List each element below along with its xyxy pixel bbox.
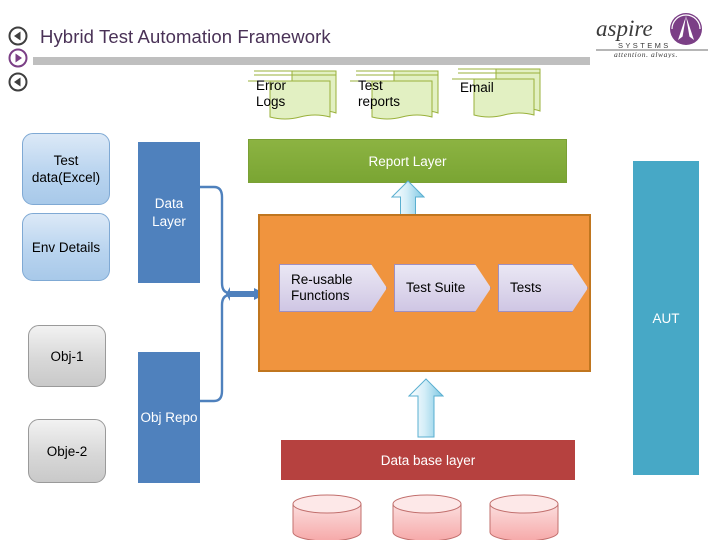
output-error-logs[interactable]: Error Logs <box>244 70 348 122</box>
step-label: Tests <box>510 280 542 295</box>
database-cylinder[interactable] <box>291 494 363 540</box>
step-label: Re-usable Functions <box>291 272 353 303</box>
step-test-suite[interactable]: Test Suite <box>394 264 491 312</box>
output-test-reports[interactable]: Test reports <box>346 70 450 122</box>
slide-canvas: Hybrid Test Automation Framework aspire … <box>0 0 720 540</box>
database-cylinder[interactable] <box>488 494 560 540</box>
step-tests[interactable]: Tests <box>498 264 588 312</box>
header-divider <box>33 57 590 65</box>
back-circle-icon[interactable] <box>8 26 28 46</box>
step-reusable-functions[interactable]: Re-usable Functions <box>279 264 387 312</box>
aut-pillar[interactable]: AUT <box>633 161 699 475</box>
input-test-data[interactable]: Test data(Excel) <box>22 133 110 205</box>
report-layer-bar[interactable]: Report Layer <box>248 139 567 183</box>
input-obje-2[interactable]: Obje-2 <box>28 419 106 483</box>
step-label: Test Suite <box>406 280 466 295</box>
input-obj-1[interactable]: Obj-1 <box>28 325 106 387</box>
forward-circle-icon[interactable] <box>8 48 28 68</box>
aspire-systems-logo: aspire SYSTEMS attention. always. <box>594 10 712 58</box>
obj-repo-pillar[interactable]: Obj Repo <box>138 352 200 483</box>
output-label: Test reports <box>358 78 401 109</box>
arrow-up-to-engine <box>407 378 445 438</box>
output-label: Error Logs <box>256 78 286 109</box>
output-email[interactable]: Email <box>448 68 552 120</box>
svg-text:attention. always.: attention. always. <box>614 50 678 58</box>
database-cylinder[interactable] <box>391 494 463 540</box>
input-env-details[interactable]: Env Details <box>22 213 110 281</box>
page-title: Hybrid Test Automation Framework <box>40 26 331 47</box>
svg-text:SYSTEMS: SYSTEMS <box>618 41 671 50</box>
automation-engine-panel: Re-usable Functions Test Suite Tests <box>258 214 591 372</box>
svg-text:aspire: aspire <box>596 16 653 41</box>
back-circle-icon-2[interactable] <box>8 72 28 92</box>
data-layer-pillar[interactable]: Data Layer <box>138 142 200 283</box>
output-label: Email <box>460 80 494 95</box>
database-layer-bar[interactable]: Data base layer <box>281 440 575 480</box>
arrow-up-to-report-layer <box>390 180 426 216</box>
